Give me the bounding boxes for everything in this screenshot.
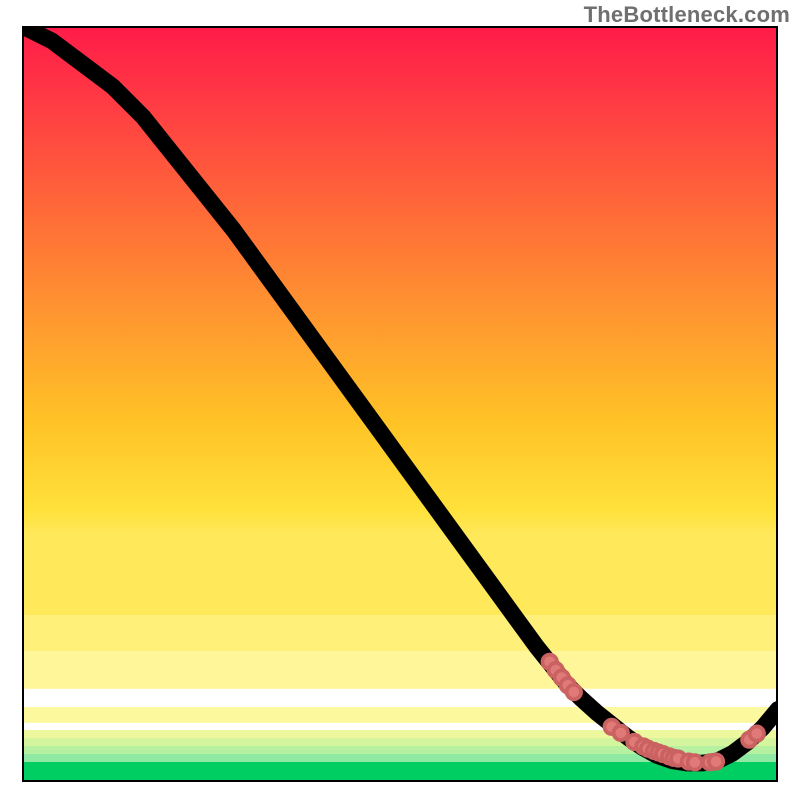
- chart-svg: [22, 26, 778, 782]
- chart-container: TheBottleneck.com: [0, 0, 800, 800]
- curve-marker: [567, 685, 581, 699]
- curve-marker: [750, 726, 764, 740]
- attribution-text: TheBottleneck.com: [584, 2, 790, 28]
- curve-marker: [688, 755, 702, 769]
- curve-marker: [709, 754, 723, 768]
- plot-area: [22, 26, 778, 782]
- curve-marker: [614, 726, 628, 740]
- bottleneck-curve: [22, 26, 778, 763]
